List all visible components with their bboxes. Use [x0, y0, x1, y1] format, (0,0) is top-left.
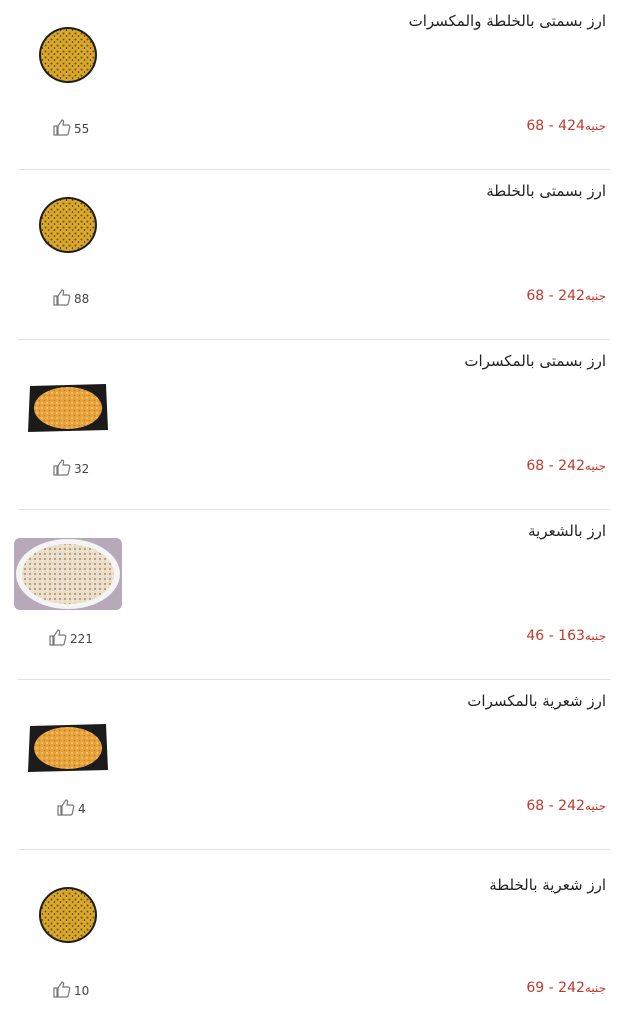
price-max: 163 [558, 628, 585, 644]
currency: جنيه [584, 981, 606, 995]
price-range: 69 - 242جنيه [526, 980, 606, 996]
list-item[interactable]: ارز بالشعرية 46 - 163جنيه 221 [0, 510, 620, 680]
dish-title[interactable]: ارز بسمتى بالخلطة [486, 182, 606, 200]
price-max: 242 [558, 980, 585, 996]
like-count: 88 [74, 291, 90, 306]
like-count: 4 [78, 801, 86, 816]
like-count: 55 [74, 121, 90, 136]
like-count: 10 [74, 983, 90, 998]
price-range: 68 - 242جنيه [526, 288, 606, 304]
like-button[interactable]: 221 [48, 628, 93, 649]
like-count: 221 [70, 631, 93, 646]
dish-title[interactable]: ارز شعرية بالمكسرات [467, 692, 606, 710]
menu-list: ارز بسمتى بالخلطة والمكسرات 68 - 424جنيه… [0, 0, 620, 1020]
price-min: 68 [526, 118, 545, 134]
price-min: 46 [526, 628, 545, 644]
dish-image[interactable] [38, 886, 98, 944]
thumbs-up-icon [48, 628, 68, 649]
dish-title[interactable]: ارز بسمتى بالمكسرات [464, 352, 606, 370]
like-button[interactable]: 88 [52, 288, 89, 309]
dish-title[interactable]: ارز بالشعرية [528, 522, 606, 540]
like-count: 32 [74, 461, 90, 476]
price-range: 68 - 242جنيه [526, 458, 606, 474]
price-min: 68 [526, 288, 545, 304]
price-min: 68 [526, 458, 545, 474]
dish-image[interactable] [26, 722, 110, 774]
list-item[interactable]: ارز شعرية بالمكسرات 68 - 242جنيه 4 [0, 680, 620, 850]
currency: جنيه [584, 799, 606, 813]
dish-image[interactable] [26, 382, 110, 434]
price-max: 242 [558, 798, 585, 814]
price-max: 242 [558, 458, 585, 474]
like-button[interactable]: 32 [52, 458, 89, 479]
price-max: 242 [558, 288, 585, 304]
thumbs-up-icon [52, 118, 72, 139]
thumbs-up-icon [52, 288, 72, 309]
price-range: 46 - 163جنيه [526, 628, 606, 644]
like-button[interactable]: 55 [52, 118, 89, 139]
currency: جنيه [584, 119, 606, 133]
thumbs-up-icon [56, 798, 76, 819]
price-min: 68 [526, 798, 545, 814]
dish-image[interactable] [14, 538, 122, 610]
list-item[interactable]: ارز بسمتى بالمكسرات 68 - 242جنيه 32 [0, 340, 620, 510]
like-button[interactable]: 4 [56, 798, 86, 819]
price-max: 424 [558, 118, 585, 134]
list-item[interactable]: ارز بسمتى بالخلطة والمكسرات 68 - 424جنيه… [0, 0, 620, 170]
currency: جنيه [584, 289, 606, 303]
currency: جنيه [584, 629, 606, 643]
price-range: 68 - 424جنيه [526, 118, 606, 134]
dish-title[interactable]: ارز بسمتى بالخلطة والمكسرات [409, 12, 606, 30]
dish-image[interactable] [38, 196, 98, 254]
price-range: 68 - 242جنيه [526, 798, 606, 814]
list-item[interactable]: ارز بسمتى بالخلطة 68 - 242جنيه 88 [0, 170, 620, 340]
list-item[interactable]: ارز شعرية بالخلطة 69 - 242جنيه 10 [0, 850, 620, 1020]
thumbs-up-icon [52, 458, 72, 479]
dish-title[interactable]: ارز شعرية بالخلطة [489, 876, 606, 894]
currency: جنيه [584, 459, 606, 473]
price-min: 69 [526, 980, 545, 996]
dish-image[interactable] [38, 26, 98, 84]
